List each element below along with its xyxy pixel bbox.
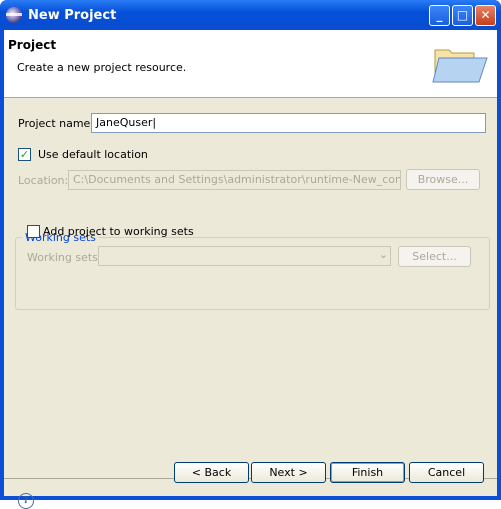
close-button[interactable]: ✕: [475, 5, 496, 26]
use-default-location-label: Use default location: [38, 148, 148, 161]
browse-button[interactable]: Browse...: [406, 169, 480, 190]
eclipse-icon: [6, 7, 22, 23]
location-input[interactable]: C:\Documents and Settings\administrator\…: [68, 170, 401, 190]
cancel-button[interactable]: Cancel: [409, 462, 484, 483]
location-label: Location:: [18, 174, 69, 187]
page-description: Create a new project resource.: [17, 61, 187, 74]
window-title: New Project: [28, 7, 117, 23]
working-sets-label: Working sets:: [27, 251, 102, 264]
working-sets-combo[interactable]: ⌄: [98, 246, 391, 266]
wizard-header: Project Create a new project resource.: [4, 30, 497, 98]
select-button[interactable]: Select...: [398, 246, 471, 267]
next-button[interactable]: Next >: [251, 462, 326, 483]
maximize-button[interactable]: □: [452, 5, 473, 26]
minimize-button[interactable]: _: [429, 5, 450, 26]
finish-button[interactable]: Finish: [330, 462, 405, 483]
use-default-location-checkbox[interactable]: ✓: [18, 148, 31, 161]
page-title: Project: [8, 38, 57, 52]
add-to-working-sets-checkbox[interactable]: [27, 225, 40, 238]
add-to-working-sets-label: Add project to working sets: [43, 225, 194, 238]
help-icon[interactable]: ?: [18, 493, 34, 509]
project-name-label: Project name:: [18, 117, 95, 130]
project-name-input[interactable]: JaneQuser|: [91, 113, 486, 133]
new-project-dialog: New Project _ □ ✕ Project Create a new p…: [0, 0, 501, 509]
back-button[interactable]: < Back: [174, 462, 249, 483]
open-folder-icon: [432, 49, 488, 83]
title-bar[interactable]: New Project _ □ ✕: [0, 0, 501, 30]
chevron-down-icon: ⌄: [378, 248, 388, 261]
